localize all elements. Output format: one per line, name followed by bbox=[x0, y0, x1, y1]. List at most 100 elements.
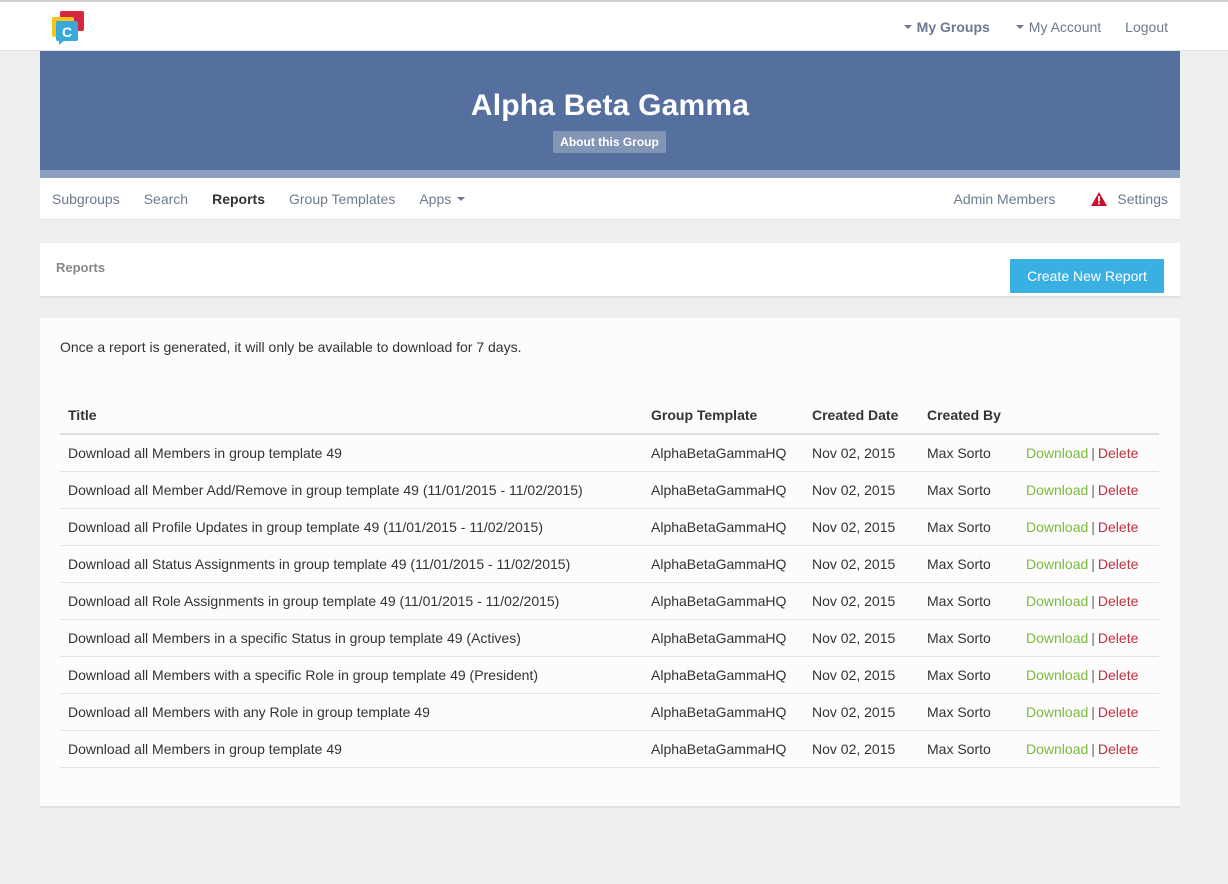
table-row: Download all Profile Updates in group te… bbox=[60, 508, 1159, 546]
delete-link[interactable]: Delete bbox=[1098, 482, 1138, 498]
actions-cell: Download | Delete bbox=[1018, 619, 1159, 657]
tab-reports[interactable]: Reports bbox=[212, 191, 265, 207]
my-groups-menu[interactable]: My Groups bbox=[903, 19, 990, 35]
group-template-cell: AlphaBetaGammaHQ bbox=[643, 545, 804, 583]
caret-down-icon bbox=[457, 197, 466, 201]
actions-cell: Download | Delete bbox=[1018, 471, 1159, 509]
created-by-cell: Max Sorto bbox=[919, 582, 1018, 620]
table-row: Download all Member Add/Remove in group … bbox=[60, 471, 1159, 509]
actions-cell: Download | Delete bbox=[1018, 656, 1159, 694]
download-link[interactable]: Download bbox=[1026, 667, 1088, 683]
delete-link[interactable]: Delete bbox=[1098, 741, 1138, 757]
created-by-cell: Max Sorto bbox=[919, 656, 1018, 694]
action-separator: | bbox=[1091, 592, 1095, 609]
action-separator: | bbox=[1091, 444, 1095, 461]
group-template-cell: AlphaBetaGammaHQ bbox=[643, 471, 804, 509]
reports-panel-title: Reports bbox=[56, 260, 106, 275]
column-header-created-by: Created By bbox=[919, 396, 1018, 435]
table-row: Download all Status Assignments in group… bbox=[60, 545, 1159, 583]
table-row: Download all Members in group template 4… bbox=[60, 730, 1159, 768]
created-date-cell: Nov 02, 2015 bbox=[804, 582, 919, 620]
delete-link[interactable]: Delete bbox=[1098, 556, 1138, 572]
table-header-row: Title Group Template Created Date Create… bbox=[60, 396, 1159, 435]
report-title-cell: Download all Members in group template 4… bbox=[60, 730, 643, 768]
group-template-cell: AlphaBetaGammaHQ bbox=[643, 619, 804, 657]
report-title-cell: Download all Members with any Role in gr… bbox=[60, 693, 643, 731]
table-row: Download all Members with a specific Rol… bbox=[60, 656, 1159, 694]
table-row: Download all Members in a specific Statu… bbox=[60, 619, 1159, 657]
logout-link[interactable]: Logout bbox=[1125, 19, 1168, 35]
group-template-cell: AlphaBetaGammaHQ bbox=[643, 508, 804, 546]
created-by-cell: Max Sorto bbox=[919, 730, 1018, 768]
tab-subgroups[interactable]: Subgroups bbox=[52, 191, 120, 207]
delete-link[interactable]: Delete bbox=[1098, 593, 1138, 609]
tab-search[interactable]: Search bbox=[144, 191, 188, 207]
table-row: Download all Members with any Role in gr… bbox=[60, 693, 1159, 731]
download-link[interactable]: Download bbox=[1026, 593, 1088, 609]
action-separator: | bbox=[1091, 703, 1095, 720]
caret-down-icon bbox=[903, 24, 912, 29]
created-by-cell: Max Sorto bbox=[919, 508, 1018, 546]
delete-link[interactable]: Delete bbox=[1098, 667, 1138, 683]
download-link[interactable]: Download bbox=[1026, 482, 1088, 498]
created-date-cell: Nov 02, 2015 bbox=[804, 656, 919, 694]
report-title-cell: Download all Members with a specific Rol… bbox=[60, 656, 643, 694]
svg-text:C: C bbox=[62, 24, 72, 40]
warning-triangle-icon bbox=[1091, 192, 1108, 206]
created-date-cell: Nov 02, 2015 bbox=[804, 471, 919, 509]
group-template-cell: AlphaBetaGammaHQ bbox=[643, 434, 804, 472]
actions-cell: Download | Delete bbox=[1018, 508, 1159, 546]
created-date-cell: Nov 02, 2015 bbox=[804, 619, 919, 657]
reports-table: Title Group Template Created Date Create… bbox=[60, 396, 1159, 768]
actions-cell: Download | Delete bbox=[1018, 582, 1159, 620]
report-title-cell: Download all Status Assignments in group… bbox=[60, 545, 643, 583]
delete-link[interactable]: Delete bbox=[1098, 630, 1138, 646]
create-new-report-button[interactable]: Create New Report bbox=[1010, 259, 1164, 293]
delete-link[interactable]: Delete bbox=[1098, 704, 1138, 720]
download-link[interactable]: Download bbox=[1026, 741, 1088, 757]
created-date-cell: Nov 02, 2015 bbox=[804, 693, 919, 731]
my-account-label: My Account bbox=[1028, 18, 1102, 35]
report-title-cell: Download all Profile Updates in group te… bbox=[60, 508, 643, 546]
download-link[interactable]: Download bbox=[1026, 519, 1088, 535]
tab-apps[interactable]: Apps bbox=[419, 191, 466, 207]
column-header-created-date: Created Date bbox=[804, 396, 919, 435]
admin-members-link[interactable]: Admin Members bbox=[953, 191, 1055, 207]
report-title-cell: Download all Member Add/Remove in group … bbox=[60, 471, 643, 509]
group-subnav: Subgroups Search Reports Group Templates… bbox=[40, 178, 1180, 220]
settings-link[interactable]: Settings bbox=[1091, 191, 1168, 207]
tab-group-templates[interactable]: Group Templates bbox=[289, 191, 395, 207]
action-separator: | bbox=[1091, 481, 1095, 498]
group-template-cell: AlphaBetaGammaHQ bbox=[643, 730, 804, 768]
delete-link[interactable]: Delete bbox=[1098, 445, 1138, 461]
reports-table-body: Download all Members in group template 4… bbox=[60, 434, 1159, 768]
group-template-cell: AlphaBetaGammaHQ bbox=[643, 582, 804, 620]
action-separator: | bbox=[1091, 555, 1095, 572]
download-link[interactable]: Download bbox=[1026, 556, 1088, 572]
download-link[interactable]: Download bbox=[1026, 630, 1088, 646]
created-date-cell: Nov 02, 2015 bbox=[804, 730, 919, 768]
actions-cell: Download | Delete bbox=[1018, 434, 1159, 472]
reports-header-panel: Reports Create New Report bbox=[40, 243, 1180, 298]
delete-link[interactable]: Delete bbox=[1098, 519, 1138, 535]
report-title-cell: Download all Members in a specific Statu… bbox=[60, 619, 643, 657]
actions-cell: Download | Delete bbox=[1018, 730, 1159, 768]
group-template-cell: AlphaBetaGammaHQ bbox=[643, 656, 804, 694]
download-link[interactable]: Download bbox=[1026, 704, 1088, 720]
tab-apps-label: Apps bbox=[419, 191, 452, 207]
created-date-cell: Nov 02, 2015 bbox=[804, 508, 919, 546]
about-group-button[interactable]: About this Group bbox=[553, 131, 666, 153]
app-logo-icon[interactable]: C bbox=[50, 9, 86, 45]
availability-notice: Once a report is generated, it will only… bbox=[60, 339, 522, 355]
my-account-menu[interactable]: My Account bbox=[1015, 18, 1102, 35]
column-header-title: Title bbox=[60, 396, 643, 435]
reports-list-panel: Once a report is generated, it will only… bbox=[40, 318, 1180, 808]
column-header-actions bbox=[1018, 396, 1159, 435]
created-by-cell: Max Sorto bbox=[919, 619, 1018, 657]
report-title-cell: Download all Role Assignments in group t… bbox=[60, 582, 643, 620]
action-separator: | bbox=[1091, 666, 1095, 683]
download-link[interactable]: Download bbox=[1026, 445, 1088, 461]
created-by-cell: Max Sorto bbox=[919, 545, 1018, 583]
caret-down-icon bbox=[1015, 24, 1024, 29]
actions-cell: Download | Delete bbox=[1018, 693, 1159, 731]
